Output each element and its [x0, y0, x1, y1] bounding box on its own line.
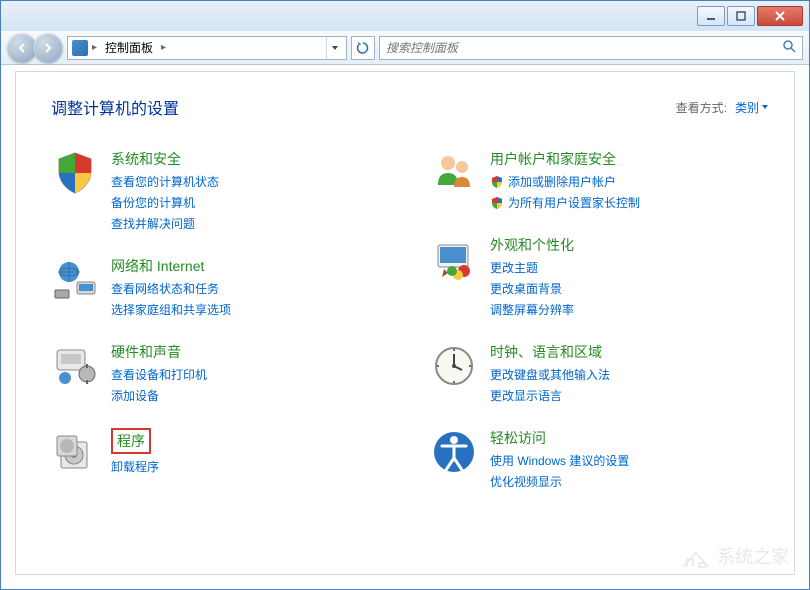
category-sublinks: 添加或删除用户帐户为所有用户设置家长控制: [490, 173, 769, 211]
category: 硬件和声音 查看设备和打印机添加设备: [51, 342, 390, 404]
category-sublink[interactable]: 备份您的计算机: [111, 194, 390, 211]
category: 外观和个性化 更改主题更改桌面背景调整屏幕分辨率: [430, 235, 769, 318]
category-body: 硬件和声音 查看设备和打印机添加设备: [111, 342, 390, 404]
search-box[interactable]: [379, 36, 803, 60]
control-panel-icon: [72, 40, 88, 56]
address-dropdown[interactable]: [326, 37, 342, 59]
breadcrumb-item[interactable]: 控制面板: [101, 37, 157, 58]
category-body: 用户帐户和家庭安全 添加或删除用户帐户为所有用户设置家长控制: [490, 149, 769, 211]
category-icon: [430, 342, 478, 390]
category-title[interactable]: 硬件和声音: [111, 342, 181, 362]
category-title[interactable]: 用户帐户和家庭安全: [490, 149, 616, 169]
breadcrumb: ▸ 控制面板 ▸: [92, 37, 322, 58]
category-body: 外观和个性化 更改主题更改桌面背景调整屏幕分辨率: [490, 235, 769, 318]
category-icon: [51, 149, 99, 197]
category-sublink[interactable]: 优化视频显示: [490, 473, 769, 490]
category-body: 网络和 Internet 查看网络状态和任务选择家庭组和共享选项: [111, 256, 390, 318]
chevron-right-icon: ▸: [92, 42, 97, 53]
close-button[interactable]: [757, 6, 803, 26]
category-sublinks: 更改键盘或其他输入法更改显示语言: [490, 366, 769, 404]
category-icon: [430, 428, 478, 476]
category-sublink[interactable]: 查看设备和打印机: [111, 366, 390, 383]
header-row: 调整计算机的设置 查看方式: 类别: [51, 95, 769, 119]
category-body: 时钟、语言和区域 更改键盘或其他输入法更改显示语言: [490, 342, 769, 404]
category-sublink[interactable]: 添加设备: [111, 387, 390, 404]
content-area: 调整计算机的设置 查看方式: 类别 系统和安全 查看您的计算机状态备份您的计算机…: [1, 65, 809, 510]
categories: 系统和安全 查看您的计算机状态备份您的计算机查找并解决问题 网络和 Intern…: [51, 149, 769, 490]
category-icon: [51, 256, 99, 304]
category: 系统和安全 查看您的计算机状态备份您的计算机查找并解决问题: [51, 149, 390, 232]
watermark: 系统之家: [681, 543, 789, 569]
minimize-button[interactable]: [697, 6, 725, 26]
category-sublink[interactable]: 查看网络状态和任务: [111, 280, 390, 297]
category-title[interactable]: 程序: [111, 428, 151, 454]
category: 时钟、语言和区域 更改键盘或其他输入法更改显示语言: [430, 342, 769, 404]
category-title[interactable]: 轻松访问: [490, 428, 546, 448]
view-by-dropdown[interactable]: 类别: [735, 99, 769, 116]
maximize-button[interactable]: [727, 6, 755, 26]
category: 网络和 Internet 查看网络状态和任务选择家庭组和共享选项: [51, 256, 390, 318]
toolbar: ▸ 控制面板 ▸: [1, 31, 809, 65]
search-icon[interactable]: [782, 39, 796, 56]
category-sublink[interactable]: 更改主题: [490, 259, 769, 276]
address-bar[interactable]: ▸ 控制面板 ▸: [67, 36, 347, 60]
nav-buttons: [7, 33, 63, 63]
category-sublink[interactable]: 更改显示语言: [490, 387, 769, 404]
category-icon: [430, 235, 478, 283]
category-sublinks: 更改主题更改桌面背景调整屏幕分辨率: [490, 259, 769, 318]
category-sublink[interactable]: 查看您的计算机状态: [111, 173, 390, 190]
category: 用户帐户和家庭安全 添加或删除用户帐户为所有用户设置家长控制: [430, 149, 769, 211]
category-body: 系统和安全 查看您的计算机状态备份您的计算机查找并解决问题: [111, 149, 390, 232]
category-title[interactable]: 系统和安全: [111, 149, 181, 169]
category-icon: [51, 428, 99, 476]
view-by-label: 查看方式:: [676, 99, 727, 116]
category-body: 轻松访问 使用 Windows 建议的设置优化视频显示: [490, 428, 769, 490]
category-sublink[interactable]: 选择家庭组和共享选项: [111, 301, 390, 318]
category: 程序 卸载程序: [51, 428, 390, 476]
page-title: 调整计算机的设置: [51, 95, 179, 119]
category-sublinks: 查看网络状态和任务选择家庭组和共享选项: [111, 280, 390, 318]
category-sublink[interactable]: 添加或删除用户帐户: [490, 173, 769, 190]
category-sublinks: 使用 Windows 建议的设置优化视频显示: [490, 452, 769, 490]
category-sublink[interactable]: 调整屏幕分辨率: [490, 301, 769, 318]
category-sublink[interactable]: 为所有用户设置家长控制: [490, 194, 769, 211]
titlebar: [1, 1, 809, 31]
category-sublinks: 卸载程序: [111, 458, 390, 475]
category-body: 程序 卸载程序: [111, 428, 390, 476]
view-by: 查看方式: 类别: [676, 99, 769, 116]
chevron-right-icon: ▸: [161, 42, 166, 53]
category-sublink[interactable]: 卸载程序: [111, 458, 390, 475]
left-column: 系统和安全 查看您的计算机状态备份您的计算机查找并解决问题 网络和 Intern…: [51, 149, 390, 490]
forward-button[interactable]: [33, 33, 63, 63]
category-sublink[interactable]: 更改桌面背景: [490, 280, 769, 297]
category: 轻松访问 使用 Windows 建议的设置优化视频显示: [430, 428, 769, 490]
category-sublink[interactable]: 查找并解决问题: [111, 215, 390, 232]
category-sublinks: 查看您的计算机状态备份您的计算机查找并解决问题: [111, 173, 390, 232]
control-panel-window: ▸ 控制面板 ▸ 调整计算机的设置 查看方式: 类别 系统和安全 查看: [0, 0, 810, 590]
category-title[interactable]: 外观和个性化: [490, 235, 574, 255]
category-icon: [51, 342, 99, 390]
category-sublink[interactable]: 使用 Windows 建议的设置: [490, 452, 769, 469]
refresh-button[interactable]: [351, 36, 375, 60]
search-input[interactable]: [386, 41, 782, 55]
category-icon: [430, 149, 478, 197]
category-title[interactable]: 网络和 Internet: [111, 256, 204, 276]
category-title[interactable]: 时钟、语言和区域: [490, 342, 602, 362]
category-sublinks: 查看设备和打印机添加设备: [111, 366, 390, 404]
category-sublink[interactable]: 更改键盘或其他输入法: [490, 366, 769, 383]
right-column: 用户帐户和家庭安全 添加或删除用户帐户为所有用户设置家长控制 外观和个性化 更改…: [430, 149, 769, 490]
